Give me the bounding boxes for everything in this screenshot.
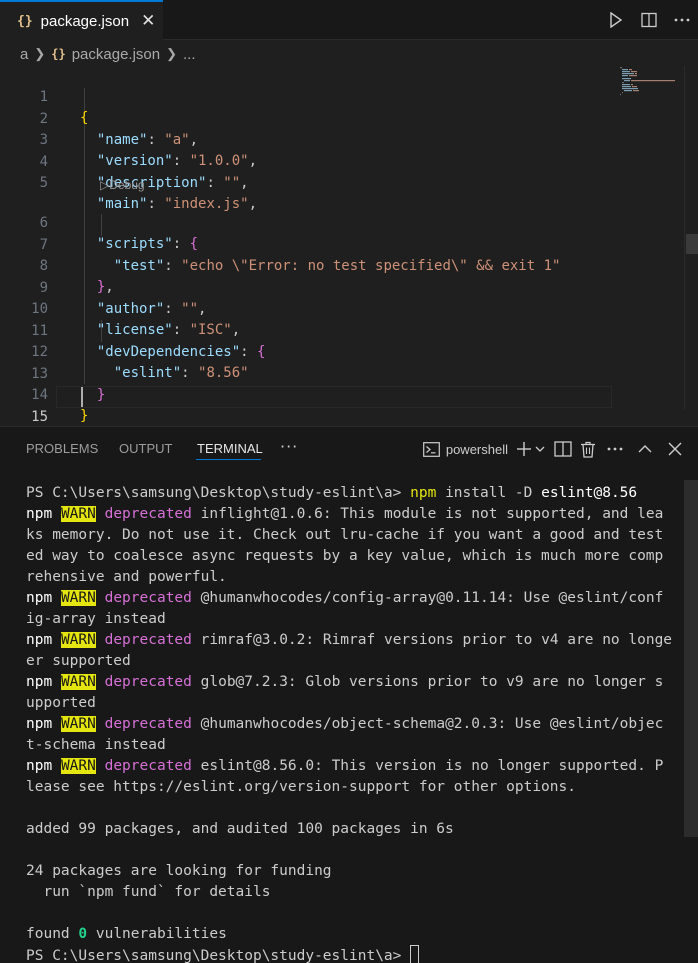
code-line: 14 } xyxy=(0,364,612,424)
terminal-selector[interactable]: powershell xyxy=(419,433,512,465)
breadcrumb: a ❯ {} package.json ❯ ... xyxy=(0,41,698,67)
json-file-icon: {} xyxy=(51,47,66,61)
code-line: 3 "version": "1.0.0", xyxy=(0,109,612,169)
terminal-line: ks memory. Do not use it. Check out lru-… xyxy=(26,527,664,543)
maximize-panel-icon[interactable] xyxy=(630,433,660,465)
code-line: 4 "description": "", xyxy=(0,131,612,191)
more-actions-icon[interactable] xyxy=(665,0,698,40)
terminal-line: npm WARN deprecated @humanwhocodes/confi… xyxy=(26,590,664,606)
more-actions-icon[interactable] xyxy=(600,433,630,465)
editor-scrollbar-thumb[interactable] xyxy=(686,234,698,254)
tab-package-json[interactable]: {} package.json ✕ xyxy=(0,0,163,40)
chevron-right-icon: ❯ xyxy=(34,46,46,61)
tab-output[interactable]: OUTPUT xyxy=(119,441,172,456)
text-cursor xyxy=(81,387,83,407)
code-line: 15 xyxy=(0,386,612,425)
new-terminal-button[interactable] xyxy=(512,433,550,465)
code-line: 10 "license": "ISC", xyxy=(0,278,612,338)
tab-terminal[interactable]: TERMINAL xyxy=(197,441,263,456)
panel-more-icon[interactable]: ··· xyxy=(280,437,298,456)
editor-tab-bar: {} package.json ✕ xyxy=(0,0,698,40)
editor-actions xyxy=(599,0,698,40)
code-line: 9 "author": "", xyxy=(0,257,612,317)
panel-actions: powershell xyxy=(419,433,690,465)
trash-icon[interactable] xyxy=(576,433,600,465)
active-tab-indicator xyxy=(196,459,261,460)
terminal-line: lease see https://eslint.org/version-sup… xyxy=(26,779,576,795)
plus-icon xyxy=(517,442,545,456)
code-line: 6 "scripts": { xyxy=(0,192,612,252)
tab-label: package.json xyxy=(40,12,130,30)
split-editor-icon[interactable] xyxy=(632,0,665,40)
line-number: 15 xyxy=(31,409,48,425)
code-line: 2 "name": "a", xyxy=(0,88,612,148)
terminal-line: t-schema instead xyxy=(26,737,166,753)
terminal-scrollbar[interactable] xyxy=(684,480,698,837)
run-icon[interactable] xyxy=(599,0,632,40)
terminal-line: er supported xyxy=(26,653,131,669)
terminal-line: npm WARN deprecated glob@7.2.3: Glob ver… xyxy=(26,674,664,690)
breadcrumb-file[interactable]: package.json xyxy=(72,46,160,63)
chevron-right-icon: ❯ xyxy=(166,46,178,61)
line-number: 5 xyxy=(39,175,48,191)
close-tab-icon[interactable]: ✕ xyxy=(141,12,155,30)
terminal-cursor xyxy=(410,945,420,963)
terminal-icon xyxy=(422,441,440,457)
terminal-output[interactable]: PS C:\Users\samsung\Desktop\study-eslint… xyxy=(26,483,686,963)
terminal-line: upported xyxy=(26,695,96,711)
debug-play-icon: ▷ xyxy=(100,178,110,192)
json-value: "" xyxy=(223,175,241,191)
code-line: 13 } xyxy=(0,343,612,403)
terminal-line: 24 packages are looking for funding xyxy=(26,863,332,879)
breadcrumb-more[interactable]: ... xyxy=(183,46,196,63)
breadcrumb-folder[interactable]: a xyxy=(20,46,28,63)
json-file-icon: {} xyxy=(17,13,33,29)
code-line: 7 "test": "echo \"Error: no test specifi… xyxy=(0,214,612,274)
code-line: 1 { xyxy=(0,66,612,126)
bottom-panel: PROBLEMS OUTPUT TERMINAL ··· powershell xyxy=(0,426,698,963)
code-line: 11 "devDependencies": { xyxy=(0,300,612,360)
close-panel-icon[interactable] xyxy=(660,433,690,465)
code-line: 5 "main": "index.js", xyxy=(0,152,612,212)
terminal-line: PS C:\Users\samsung\Desktop\study-eslint… xyxy=(26,485,638,501)
terminal-line: npm WARN deprecated @humanwhocodes/objec… xyxy=(26,716,664,732)
code-line: 8 }, xyxy=(0,235,612,295)
minimap[interactable] xyxy=(618,66,678,100)
terminal-line: npm WARN deprecated rimraf@3.0.2: Rimraf… xyxy=(26,632,673,648)
terminal-line: found 0 vulnerabilities xyxy=(26,926,227,942)
terminal-line: added 99 packages, and audited 100 packa… xyxy=(26,821,454,837)
code-line: 12 "eslint": "8.56" xyxy=(0,321,612,381)
panel-tab-bar: PROBLEMS OUTPUT TERMINAL ··· powershell xyxy=(0,427,698,471)
code-editor[interactable]: 1 { 2 "name": "a", 3 "version": "1.0.0",… xyxy=(0,66,698,425)
split-terminal-icon[interactable] xyxy=(550,433,576,465)
terminal-line: ig-array instead xyxy=(26,611,166,627)
terminal-line: rehensive and powerful. xyxy=(26,569,227,585)
terminal-line: run `npm fund` for details xyxy=(26,884,271,900)
shell-name: powershell xyxy=(445,441,508,457)
terminal-line: npm WARN deprecated inflight@1.0.6: This… xyxy=(26,506,664,522)
terminal-line: ed way to coalesce async requests by a k… xyxy=(26,548,664,564)
tab-problems[interactable]: PROBLEMS xyxy=(26,441,98,456)
terminal-line: npm WARN deprecated eslint@8.56.0: This … xyxy=(26,758,664,774)
terminal-line: PS C:\Users\samsung\Desktop\study-eslint… xyxy=(26,945,686,963)
